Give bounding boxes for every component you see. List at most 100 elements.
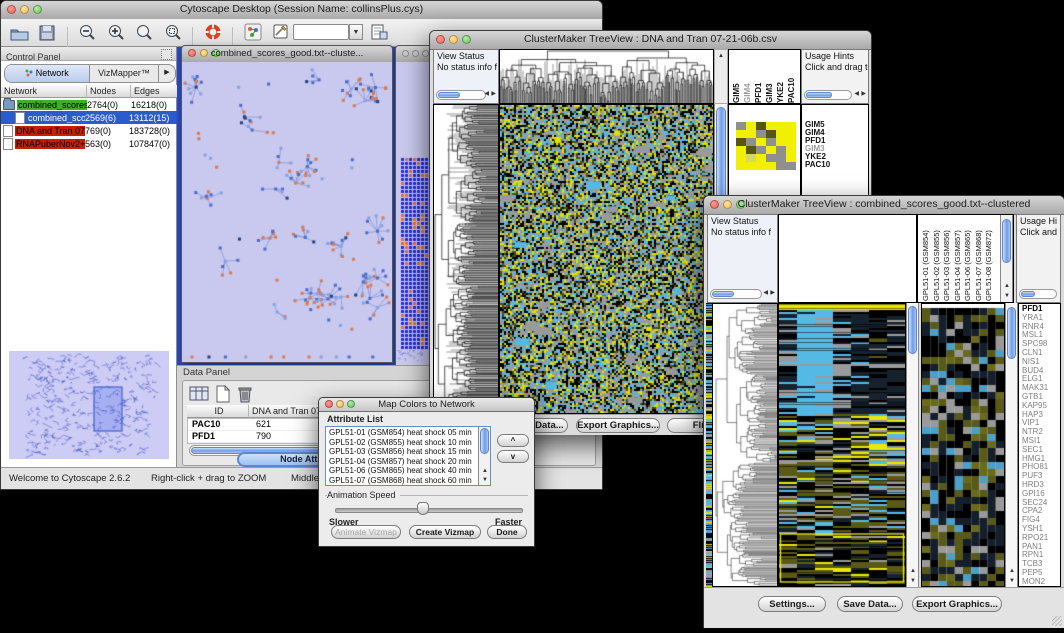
import-table-icon[interactable]: [367, 21, 391, 43]
done-button[interactable]: Done: [487, 525, 527, 539]
scroll-down-icon[interactable]: ▼: [910, 577, 916, 585]
scroll-left-icon[interactable]: ◀: [763, 289, 768, 297]
tv2-vscrollbar[interactable]: ▲ ▼: [906, 303, 919, 587]
attribute-list-vscrollbar[interactable]: ▲ ▼: [478, 427, 490, 485]
column-header-id[interactable]: ID: [187, 405, 249, 418]
help-icon[interactable]: [201, 21, 225, 43]
column-header-nodes[interactable]: Nodes: [87, 85, 131, 98]
attribute-item[interactable]: GPL51-02 (GSM855) heat shock 10 min: [327, 438, 477, 448]
move-down-button[interactable]: v: [497, 450, 529, 463]
attribute-listbox[interactable]: GPL51-01 (GSM854) heat shock 05 minGPL51…: [325, 426, 491, 486]
gene-label[interactable]: PAC10: [805, 161, 868, 169]
network-canvas[interactable]: [182, 62, 392, 362]
animation-slider-thumb[interactable]: [417, 502, 429, 515]
scroll-left-icon[interactable]: ◀: [484, 90, 489, 98]
scroll-down-icon[interactable]: ▼: [482, 476, 488, 484]
dialog-titlebar[interactable]: Map Colors to Network: [319, 398, 534, 412]
tv2-title: ClusterMaker TreeView : combined_scores_…: [704, 198, 1064, 210]
file-icon: [3, 138, 13, 150]
scroll-up-icon[interactable]: ▲: [910, 567, 916, 575]
network-view-2-titlebar[interactable]: [396, 46, 431, 63]
tv1-status-hscrollbar[interactable]: [436, 90, 486, 100]
tv2-heatmap[interactable]: [778, 303, 906, 587]
create-vizmap-button[interactable]: Create Vizmap: [409, 525, 481, 539]
network-row[interactable]: RNAPuberNov2+|563(0)107847(0): [1, 137, 177, 150]
resize-grip-icon[interactable]: [1052, 616, 1062, 626]
scroll-right-icon[interactable]: ▶: [861, 90, 866, 98]
main-titlebar[interactable]: Cytoscape Desktop (Session Name: collins…: [1, 1, 602, 20]
tab-vizmapper[interactable]: VizMapper™: [90, 65, 158, 82]
annotation-icon[interactable]: [269, 21, 293, 43]
attribute-item[interactable]: GPL51-04 (GSM857) heat shock 20 min: [327, 457, 477, 467]
node-view-icon[interactable]: [241, 21, 265, 43]
tv1-row-dendrogram[interactable]: [433, 104, 499, 414]
attribute-item[interactable]: GPL51-06 (GSM865) heat shock 40 min: [327, 466, 477, 476]
attribute-item[interactable]: GPL51-03 (GSM856) heat shock 15 min: [327, 447, 477, 457]
scroll-down-icon[interactable]: ▼: [1004, 292, 1010, 300]
tv2-zoom-heatmap[interactable]: [921, 303, 1005, 587]
new-attribute-icon[interactable]: [211, 383, 235, 405]
tv1-similarity-matrix[interactable]: [736, 122, 796, 170]
open-session-icon[interactable]: [7, 23, 31, 45]
save-data-button[interactable]: Save Data...: [837, 596, 903, 612]
scroll-right-icon[interactable]: ▶: [491, 90, 496, 98]
tv2-heatmap-canvas[interactable]: [779, 304, 905, 586]
tv2-row-dendrogram-canvas[interactable]: [713, 304, 777, 586]
delete-attribute-icon[interactable]: [233, 383, 257, 405]
zoom-window-icon[interactable]: [422, 50, 429, 57]
zoom-in-icon[interactable]: [104, 21, 128, 43]
export-graphics-button[interactable]: Export Graphics...: [912, 596, 1002, 612]
column-header-edges[interactable]: Edges: [131, 85, 177, 98]
tv2-zoom-heatmap-canvas[interactable]: [922, 304, 1004, 586]
tv1-heatmap-canvas[interactable]: [500, 105, 713, 413]
close-icon[interactable]: [402, 50, 409, 57]
float-panel-icon[interactable]: [161, 49, 172, 60]
tv2-row-dendrogram[interactable]: [712, 303, 778, 587]
network-row[interactable]: DNA and Tran 07769(0)183728(0): [1, 124, 177, 137]
attribute-item[interactable]: GPL51-01 (GSM854) heat shock 05 min: [327, 428, 477, 438]
zoom-fit-icon[interactable]: [132, 21, 156, 43]
tv2-hints-hscrollbar[interactable]: [1019, 289, 1057, 299]
network-view-titlebar[interactable]: combined_scores_good.txt--cluste...: [182, 46, 392, 63]
scroll-up-icon[interactable]: ▲: [1009, 567, 1015, 575]
zoom-out-icon[interactable]: [75, 21, 99, 43]
settings-button[interactable]: Settings...: [758, 596, 826, 612]
tv1-titlebar[interactable]: ClusterMaker TreeView : DNA and Tran 07-…: [430, 31, 871, 50]
tv1-row-dendrogram-canvas[interactable]: [434, 105, 498, 413]
slice-canvas[interactable]: [396, 62, 431, 380]
tv1-col-dendrogram-canvas[interactable]: [500, 50, 713, 103]
scroll-right-icon[interactable]: ▶: [770, 289, 775, 297]
scroll-up-icon[interactable]: ▲: [482, 467, 488, 475]
minimize-icon[interactable]: [412, 50, 419, 57]
search-dropdown-button[interactable]: ▼: [349, 24, 363, 40]
scroll-left-icon[interactable]: ◀: [854, 90, 859, 98]
tab-network[interactable]: Network: [5, 65, 90, 82]
tv2-zoom-vscrollbar[interactable]: ▲ ▼: [1005, 303, 1018, 587]
tv2-labels-vscrollbar[interactable]: ▲ ▼: [1000, 215, 1013, 302]
move-up-button[interactable]: ^: [497, 434, 529, 447]
network-row[interactable]: combined_scores2764(0)16218(0): [1, 98, 177, 111]
thumbnail-canvas[interactable]: [9, 351, 169, 459]
attribute-item[interactable]: GPL51-07 (GSM868) heat shock 60 min: [327, 476, 477, 486]
save-session-icon[interactable]: [35, 22, 59, 44]
tv2-status-hscrollbar[interactable]: [710, 289, 762, 299]
scroll-up-icon[interactable]: ▲: [1004, 282, 1010, 290]
scroll-up-icon[interactable]: ▲: [718, 52, 724, 60]
tv2-column-dendrogram[interactable]: [778, 214, 917, 303]
attribute-table-icon[interactable]: [187, 383, 211, 405]
tv2-titlebar[interactable]: ClusterMaker TreeView : combined_scores_…: [704, 196, 1064, 215]
scroll-down-icon[interactable]: ▼: [1009, 577, 1015, 585]
export-graphics-button[interactable]: Export Graphics...: [576, 418, 660, 433]
matrix-cell: [756, 162, 766, 170]
network-row[interactable]: combined_sco2569(6)13112(15): [1, 111, 177, 124]
tv1-hints-hscrollbar[interactable]: [804, 90, 852, 100]
tv1-heatmap[interactable]: [499, 104, 714, 414]
zoom-selected-icon[interactable]: [161, 21, 185, 43]
tab-overflow-button[interactable]: ▶: [158, 65, 175, 82]
tv1-column-dendrogram[interactable]: [499, 49, 714, 104]
animation-slider-track[interactable]: [335, 508, 523, 513]
column-header-network[interactable]: Network: [1, 85, 87, 98]
tv2-button-bar: Settings... Save Data... Export Graphics..…: [704, 587, 1064, 628]
gene-label[interactable]: MON2: [1022, 578, 1060, 587]
search-input[interactable]: [293, 24, 349, 40]
